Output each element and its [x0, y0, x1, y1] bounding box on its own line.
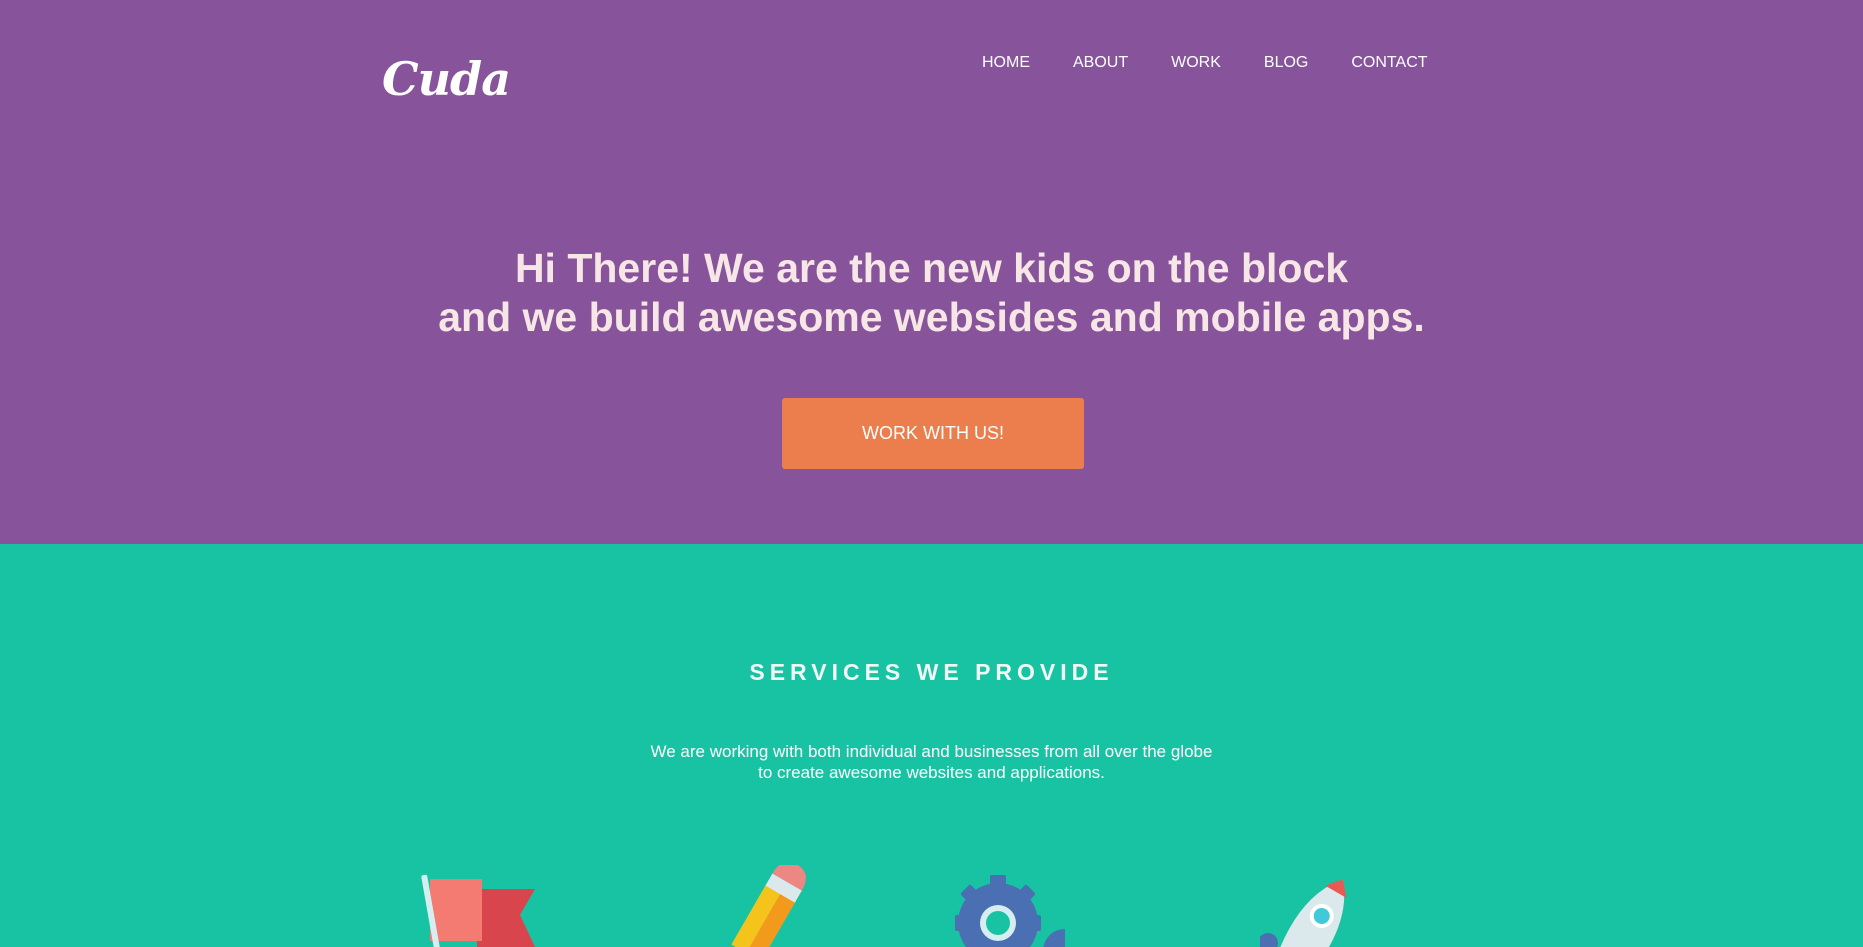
nav-item-work[interactable]: WORK	[1171, 54, 1221, 72]
nav-item-contact[interactable]: CONTACT	[1351, 54, 1427, 72]
services-desc-line2: to create awesome websites and applicati…	[758, 763, 1105, 782]
services-description: We are working with both individual and …	[0, 741, 1863, 783]
gear-icon	[945, 865, 1065, 947]
hero-section: Cuda HOME ABOUT WORK BLOG CONTACT Hi The…	[0, 0, 1863, 544]
nav-item-about[interactable]: ABOUT	[1073, 54, 1128, 72]
hero-headline: Hi There! We are the new kids on the blo…	[0, 244, 1863, 342]
nav-item-blog[interactable]: BLOG	[1264, 54, 1308, 72]
services-title: SERVICES WE PROVIDE	[749, 659, 1114, 685]
rocket-icon	[1260, 865, 1380, 947]
nav-item-home[interactable]: HOME	[982, 54, 1030, 72]
flag-icon	[415, 865, 535, 947]
pencil-icon	[705, 865, 825, 947]
hero-headline-line1: Hi There! We are the new kids on the blo…	[514, 245, 1349, 291]
main-nav: HOME ABOUT WORK BLOG CONTACT	[982, 54, 1428, 72]
work-with-us-button[interactable]: WORK WITH US!	[782, 398, 1084, 469]
hero-headline-line2: and we build awesome websides and mobile…	[438, 294, 1425, 340]
brand-logo[interactable]: Cuda	[382, 52, 511, 106]
services-desc-line1: We are working with both individual and …	[650, 742, 1213, 761]
